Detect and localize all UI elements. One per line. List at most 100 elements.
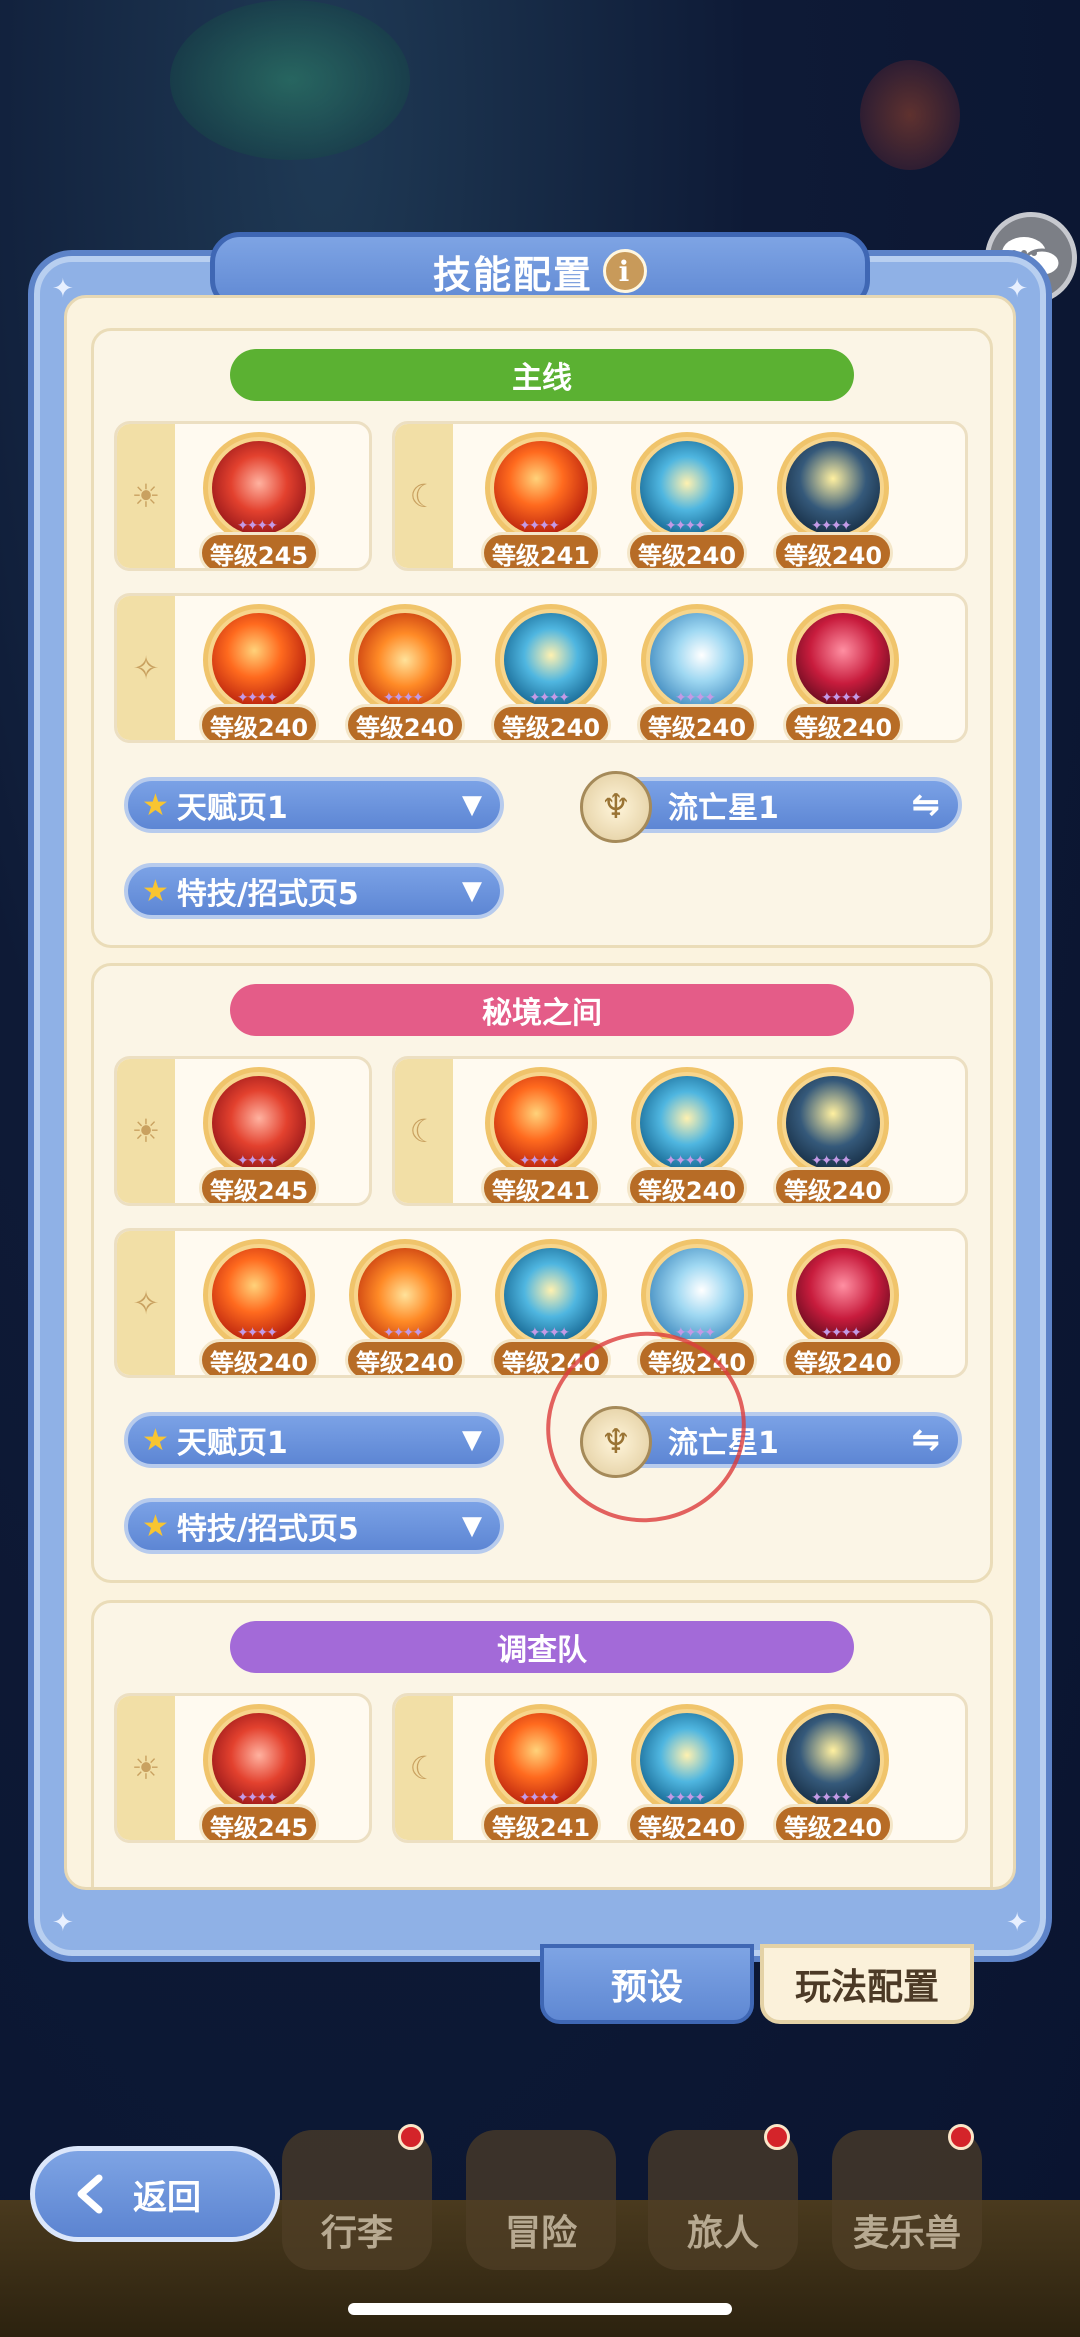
sections-scroll-area[interactable]: 主线 ☀ ✦✦✦✦ 等级245 ☾ ✦✦✦✦ 等级241 ✦✦✦✦ 等级240 ✦✦✦✦ 等级240… [64, 295, 1016, 1890]
sun-icon: ☀ [131, 1749, 161, 1787]
skill-slot[interactable]: ✦✦✦✦ 等级240 [783, 604, 903, 740]
nav-label: 麦乐兽 [852, 2213, 961, 2254]
skill-level-badge: 等级240 [345, 704, 465, 740]
row-tab: ☾ [395, 1059, 453, 1203]
technique-page-dropdown[interactable]: ★ 特技/招式页5 ▼ [124, 1498, 504, 1554]
caret-down-icon: ▼ [462, 1425, 482, 1455]
skill-slot[interactable]: ✦✦✦✦ 等级240 [345, 604, 465, 740]
skill-slot[interactable]: ✦✦✦✦ 等级241 [481, 432, 601, 568]
info-icon[interactable]: i [603, 249, 647, 293]
skill-section: 秘境之间 ☀ ✦✦✦✦ 等级245 ☾ ✦✦✦✦ 等级241 ✦✦✦✦ 等级240 ✦✦✦✦ 等级2… [91, 963, 993, 1583]
corner-star-icon: ✦ [52, 1908, 74, 1938]
skill-slot[interactable]: ✦✦✦✦ 等级240 [627, 1067, 747, 1203]
swap-icon: ⇋ [911, 1420, 941, 1460]
skill-level-badge: 等级240 [627, 1167, 747, 1203]
nav-item-adventure[interactable]: 冒险 [466, 2130, 616, 2270]
star-icon: ★ [142, 1508, 169, 1544]
exile-star-emblem-icon: ♆ [580, 771, 652, 843]
skill-slot[interactable]: ✦✦✦✦ 等级240 [199, 1239, 319, 1375]
skill-slot[interactable]: ✦✦✦✦ 等级241 [481, 1704, 601, 1840]
skill-level-badge: 等级240 [627, 1804, 747, 1840]
skill-row-card: ☀ ✦✦✦✦ 等级245 [114, 1693, 372, 1843]
spark-icon: ✧ [132, 649, 160, 687]
skill-slot[interactable]: ✦✦✦✦ 等级240 [345, 1239, 465, 1375]
row-tab: ☀ [117, 1059, 175, 1203]
row-tab: ☾ [395, 424, 453, 568]
talent-page-dropdown[interactable]: ★ 天赋页1 ▼ [124, 777, 504, 833]
skill-level-badge: 等级240 [637, 704, 757, 740]
skill-level-badge: 等级240 [627, 532, 747, 568]
moon-icon: ☾ [409, 1749, 439, 1787]
skill-slot[interactable]: ✦✦✦✦ 等级241 [481, 1067, 601, 1203]
skill-level-badge: 等级240 [199, 1339, 319, 1375]
notification-dot [764, 2124, 790, 2150]
row-tab: ✧ [117, 596, 175, 740]
skill-slot[interactable]: ✦✦✦✦ 等级240 [491, 604, 611, 740]
nav-label: 旅人 [686, 2213, 759, 2254]
skill-level-badge: 等级245 [199, 532, 319, 568]
skill-slot[interactable]: ✦✦✦✦ 等级240 [627, 432, 747, 568]
background-creature [170, 0, 410, 160]
skill-level-badge: 等级240 [773, 532, 893, 568]
spark-icon: ✧ [132, 1284, 160, 1322]
row-tab: ☀ [117, 424, 175, 568]
skill-row-card: ☾ ✦✦✦✦ 等级241 ✦✦✦✦ 等级240 ✦✦✦✦ 等级240 [392, 421, 968, 571]
sun-icon: ☀ [131, 1112, 161, 1150]
exile-star-selector[interactable]: ♆ 流亡星1 ⇋ [580, 1406, 962, 1478]
dropdown-label: 流亡星1 [668, 791, 779, 826]
skill-slot[interactable]: ✦✦✦✦ 等级245 [199, 1067, 319, 1203]
skill-slot[interactable]: ✦✦✦✦ 等级240 [773, 1067, 893, 1203]
moon-icon: ☾ [409, 477, 439, 515]
background-creature [860, 60, 960, 170]
skill-level-badge: 等级240 [773, 1167, 893, 1203]
skill-slot[interactable]: ✦✦✦✦ 等级245 [199, 432, 319, 568]
skill-level-badge: 等级240 [783, 1339, 903, 1375]
skill-slot[interactable]: ✦✦✦✦ 等级240 [199, 604, 319, 740]
exile-star-emblem-icon: ♆ [580, 1406, 652, 1478]
tab-play-config[interactable]: 玩法配置 [760, 1944, 974, 2024]
skill-level-badge: 等级240 [783, 704, 903, 740]
skill-section: 调查队 ☀ ✦✦✦✦ 等级245 ☾ ✦✦✦✦ 等级241 ✦✦✦✦ 等级240 ✦✦✦✦ 等级24… [91, 1600, 993, 1887]
nav-item-luggage[interactable]: 行李 [282, 2124, 432, 2270]
nav-item-melebeast[interactable]: 麦乐兽 [832, 2124, 982, 2270]
nav-item-traveler[interactable]: 旅人 [648, 2124, 798, 2270]
notification-dot [948, 2124, 974, 2150]
skill-slot[interactable]: ✦✦✦✦ 等级240 [627, 1704, 747, 1840]
tab-preset[interactable]: 预设 [540, 1944, 754, 2024]
talent-page-dropdown[interactable]: ★ 天赋页1 ▼ [124, 1412, 504, 1468]
skill-slot[interactable]: ✦✦✦✦ 等级240 [637, 604, 757, 740]
nav-label: 冒险 [504, 2213, 577, 2254]
skill-level-badge: 等级240 [491, 1339, 611, 1375]
exile-star-selector[interactable]: ♆ 流亡星1 ⇋ [580, 771, 962, 843]
skill-row-card: ☾ ✦✦✦✦ 等级241 ✦✦✦✦ 等级240 ✦✦✦✦ 等级240 [392, 1056, 968, 1206]
dropdown-label: 天赋页1 [176, 1426, 288, 1461]
page-title: 技能配置 [432, 252, 593, 297]
corner-star-icon: ✦ [1006, 1908, 1028, 1938]
skill-slot[interactable]: ✦✦✦✦ 等级240 [637, 1239, 757, 1375]
technique-page-dropdown[interactable]: ★ 特技/招式页5 ▼ [124, 863, 504, 919]
dropdown-label: 流亡星1 [668, 1426, 779, 1461]
caret-down-icon: ▼ [462, 790, 482, 820]
skill-slot[interactable]: ✦✦✦✦ 等级240 [491, 1239, 611, 1375]
home-indicator[interactable] [348, 2303, 732, 2315]
skill-row-card: ✧ ✦✦✦✦ 等级240 ✦✦✦✦ 等级240 ✦✦✦✦ 等级240 ✦✦✦✦ 等级240 ✦✦✦… [114, 593, 968, 743]
skill-level-badge: 等级241 [481, 1804, 601, 1840]
skill-level-badge: 等级240 [491, 704, 611, 740]
skill-row-card: ✧ ✦✦✦✦ 等级240 ✦✦✦✦ 等级240 ✦✦✦✦ 等级240 ✦✦✦✦ 等级240 ✦✦✦… [114, 1228, 968, 1378]
dropdown-label: 特技/招式页5 [176, 1512, 359, 1547]
row-tab: ☾ [395, 1696, 453, 1840]
skill-slot[interactable]: ✦✦✦✦ 等级245 [199, 1704, 319, 1840]
swap-icon: ⇋ [911, 785, 941, 825]
dropdown-label: 特技/招式页5 [176, 877, 359, 912]
section-header: 主线 [230, 349, 854, 401]
star-icon: ★ [142, 1422, 169, 1458]
skill-slot[interactable]: ✦✦✦✦ 等级240 [773, 1704, 893, 1840]
back-arrow-icon [77, 2174, 103, 2214]
skill-slot[interactable]: ✦✦✦✦ 等级240 [783, 1239, 903, 1375]
back-button[interactable]: 返回 [30, 2146, 280, 2242]
skill-slot[interactable]: ✦✦✦✦ 等级240 [773, 432, 893, 568]
skill-level-badge: 等级241 [481, 1167, 601, 1203]
skill-level-badge: 等级240 [345, 1339, 465, 1375]
corner-star-icon: ✦ [1006, 274, 1028, 304]
star-icon: ★ [142, 873, 169, 909]
